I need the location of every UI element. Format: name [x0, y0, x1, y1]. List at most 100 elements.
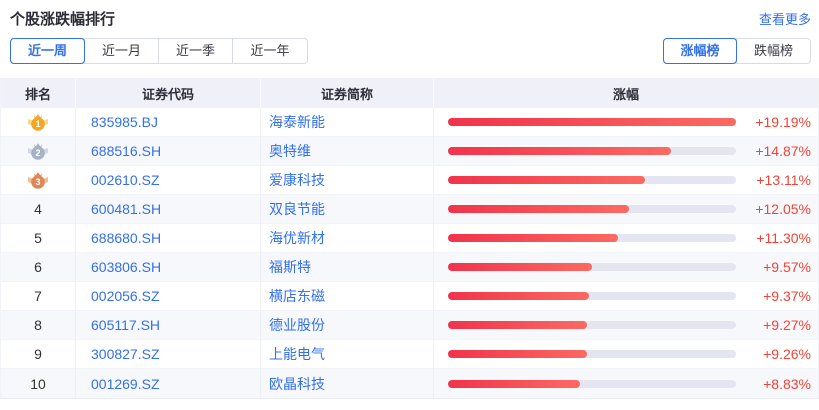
stock-name[interactable]: 福斯特 — [261, 253, 434, 281]
table-header: 排名 证券代码 证券简称 涨幅 — [1, 78, 818, 108]
table-row[interactable]: 2 688516.SH 奥特维 +14.87% — [1, 137, 818, 166]
ranking-table: 排名 证券代码 证券简称 涨幅 1 835985.BJ 海泰新能 +19.19%… — [0, 78, 819, 399]
rank-cell: 6 — [1, 253, 76, 281]
stock-name[interactable]: 欧晶科技 — [261, 369, 434, 398]
table-row[interactable]: 5 688680.SH 海优新材 +11.30% — [1, 224, 818, 253]
board-tab-group: 涨幅榜 跌幅榜 — [663, 38, 811, 64]
tab-last-month[interactable]: 近一月 — [85, 39, 159, 63]
svg-text:2: 2 — [35, 148, 40, 158]
stock-code[interactable]: 603806.SH — [76, 253, 261, 281]
change-cell: +11.30% — [434, 224, 818, 252]
change-bar-track — [448, 118, 736, 126]
change-bar-fill — [448, 118, 736, 126]
change-percent: +19.19% — [736, 114, 811, 130]
rank-cell: 10 — [1, 369, 76, 398]
change-bar-fill — [448, 350, 587, 358]
stock-code[interactable]: 835985.BJ — [76, 108, 261, 136]
change-cell: +9.57% — [434, 253, 818, 281]
table-row[interactable]: 6 603806.SH 福斯特 +9.57% — [1, 253, 818, 282]
stock-name[interactable]: 海泰新能 — [261, 108, 434, 136]
change-cell: +9.26% — [434, 340, 818, 368]
stock-code[interactable]: 688516.SH — [76, 137, 261, 165]
rank-medal-icon: 2 — [26, 141, 50, 161]
table-row[interactable]: 10 001269.SZ 欧晶科技 +8.83% — [1, 369, 818, 398]
table-row[interactable]: 9 300827.SZ 上能电气 +9.26% — [1, 340, 818, 369]
rank-cell: 4 — [1, 195, 76, 223]
change-percent: +14.87% — [736, 143, 811, 159]
change-percent: +9.57% — [736, 259, 811, 275]
change-cell: +12.05% — [434, 195, 818, 223]
change-bar-track — [448, 350, 736, 358]
change-bar-track — [448, 205, 736, 213]
change-bar-track — [448, 147, 736, 155]
stock-name[interactable]: 上能电气 — [261, 340, 434, 368]
rank-cell: 1 — [1, 108, 76, 136]
tab-last-week[interactable]: 近一周 — [11, 39, 85, 63]
tab-last-year[interactable]: 近一年 — [233, 39, 307, 63]
column-header-name: 证券简称 — [261, 78, 434, 108]
stock-code[interactable]: 605117.SH — [76, 311, 261, 339]
change-percent: +9.26% — [736, 346, 811, 362]
change-cell: +13.11% — [434, 166, 818, 194]
period-tab-group: 近一周 近一月 近一季 近一年 — [10, 38, 308, 64]
page-title: 个股涨跌幅排行 — [10, 8, 115, 29]
change-percent: +9.27% — [736, 317, 811, 333]
change-bar-fill — [448, 380, 580, 388]
column-header-code: 证券代码 — [76, 78, 261, 108]
table-row[interactable]: 3 002610.SZ 爱康科技 +13.11% — [1, 166, 818, 195]
rank-cell: 9 — [1, 340, 76, 368]
tabs-bar: 近一周 近一月 近一季 近一年 涨幅榜 跌幅榜 — [10, 38, 811, 64]
change-bar-fill — [448, 234, 618, 242]
tab-last-quarter[interactable]: 近一季 — [159, 39, 233, 63]
rank-cell: 3 — [1, 166, 76, 194]
tab-gainers-board[interactable]: 涨幅榜 — [664, 39, 737, 63]
change-bar-track — [448, 321, 736, 329]
table-row[interactable]: 7 002056.SZ 横店东磁 +9.37% — [1, 282, 818, 311]
tab-losers-board[interactable]: 跌幅榜 — [737, 39, 810, 63]
change-bar-fill — [448, 147, 671, 155]
stock-code[interactable]: 600481.SH — [76, 195, 261, 223]
table-row[interactable]: 4 600481.SH 双良节能 +12.05% — [1, 195, 818, 224]
change-bar-track — [448, 292, 736, 300]
column-header-change: 涨幅 — [434, 78, 818, 108]
stock-name[interactable]: 横店东磁 — [261, 282, 434, 310]
stock-code[interactable]: 688680.SH — [76, 224, 261, 252]
stock-code[interactable]: 300827.SZ — [76, 340, 261, 368]
change-cell: +9.27% — [434, 311, 818, 339]
widget-header: 个股涨跌幅排行 查看更多 — [0, 0, 819, 29]
stock-code[interactable]: 002056.SZ — [76, 282, 261, 310]
change-bar-fill — [448, 292, 589, 300]
stock-name[interactable]: 爱康科技 — [261, 166, 434, 194]
rank-medal-icon: 3 — [26, 170, 50, 190]
stock-name[interactable]: 双良节能 — [261, 195, 434, 223]
change-bar-fill — [448, 176, 645, 184]
stock-name[interactable]: 海优新材 — [261, 224, 434, 252]
rank-cell: 2 — [1, 137, 76, 165]
rank-cell: 8 — [1, 311, 76, 339]
change-percent: +8.83% — [736, 376, 811, 392]
stock-code[interactable]: 001269.SZ — [76, 369, 261, 398]
change-bar-fill — [448, 321, 587, 329]
stock-name[interactable]: 德业股份 — [261, 311, 434, 339]
change-bar-track — [448, 380, 736, 388]
table-body: 1 835985.BJ 海泰新能 +19.19% 2 688516.SH 奥特维… — [1, 108, 818, 398]
rank-cell: 5 — [1, 224, 76, 252]
change-cell: +14.87% — [434, 137, 818, 165]
stock-name[interactable]: 奥特维 — [261, 137, 434, 165]
svg-text:1: 1 — [35, 119, 40, 129]
change-percent: +12.05% — [736, 201, 811, 217]
stock-code[interactable]: 002610.SZ — [76, 166, 261, 194]
change-bar-track — [448, 234, 736, 242]
change-percent: +11.30% — [736, 230, 811, 246]
table-row[interactable]: 8 605117.SH 德业股份 +9.27% — [1, 311, 818, 340]
svg-text:3: 3 — [35, 177, 40, 187]
change-cell: +8.83% — [434, 369, 818, 398]
view-more-link[interactable]: 查看更多 — [759, 9, 811, 28]
change-bar-fill — [448, 205, 629, 213]
stock-ranking-widget: 个股涨跌幅排行 查看更多 近一周 近一月 近一季 近一年 涨幅榜 跌幅榜 排名 … — [0, 0, 819, 410]
change-percent: +9.37% — [736, 288, 811, 304]
change-cell: +19.19% — [434, 108, 818, 136]
column-header-rank: 排名 — [1, 78, 76, 108]
change-cell: +9.37% — [434, 282, 818, 310]
table-row[interactable]: 1 835985.BJ 海泰新能 +19.19% — [1, 108, 818, 137]
